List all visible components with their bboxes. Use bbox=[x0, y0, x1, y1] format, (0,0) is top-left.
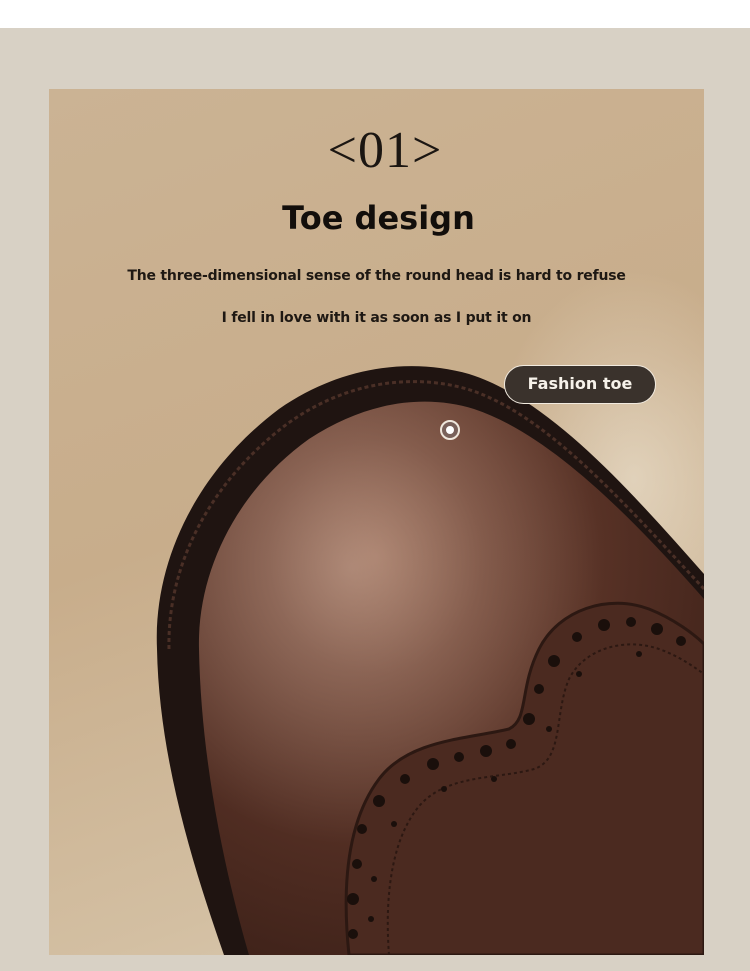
description-line-1: The three-dimensional sense of the round… bbox=[127, 268, 626, 284]
section-title: Toe design bbox=[282, 199, 475, 237]
fashion-toe-label: Fashion toe bbox=[504, 365, 656, 404]
section-number: <01> bbox=[327, 122, 443, 179]
top-strip bbox=[0, 0, 750, 28]
toe-hotspot-marker[interactable] bbox=[440, 420, 460, 440]
hotspot-dot-icon bbox=[446, 426, 454, 434]
product-detail-panel: <01> Toe design The three-dimensional se… bbox=[49, 89, 704, 955]
description-line-2: I fell in love with it as soon as I put … bbox=[221, 310, 532, 326]
